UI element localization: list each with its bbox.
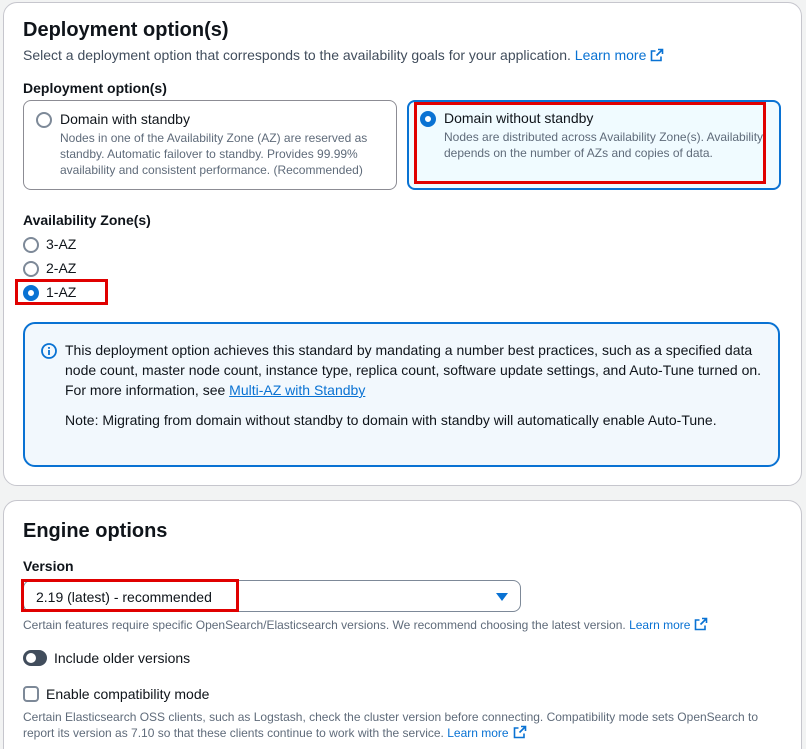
tile-title: Domain with standby <box>60 111 190 127</box>
compatibility-mode-label: Enable compatibility mode <box>46 686 210 702</box>
learn-more-link[interactable]: Learn more <box>629 617 708 632</box>
engine-options-panel: Engine options Version 2.19 (latest) - r… <box>3 500 802 749</box>
external-link-icon <box>651 48 664 62</box>
include-older-versions-toggle[interactable] <box>23 650 47 666</box>
info-alert: This deployment option achieves this sta… <box>23 322 780 467</box>
toggle-knob <box>26 653 36 663</box>
external-link-icon <box>513 725 526 739</box>
external-link-icon <box>695 617 708 631</box>
learn-more-link[interactable]: Learn more <box>575 47 665 63</box>
radio-2-az[interactable] <box>23 261 39 277</box>
az-label: Availability Zone(s) <box>23 212 151 228</box>
highlight-box <box>21 579 239 612</box>
version-hint: Certain features require specific OpenSe… <box>23 617 708 632</box>
compatibility-hint: Certain Elasticsearch OSS clients, such … <box>23 710 759 740</box>
deployment-field-label: Deployment option(s) <box>23 80 167 96</box>
deployment-description: Select a deployment option that correspo… <box>23 47 664 63</box>
engine-title: Engine options <box>23 520 168 542</box>
caret-down-icon <box>496 593 508 601</box>
deployment-options-panel: Deployment option(s) Select a deployment… <box>3 2 802 486</box>
highlight-box <box>414 102 766 184</box>
learn-more-link[interactable]: Learn more <box>447 725 526 740</box>
radio-domain-with-standby[interactable] <box>36 112 52 128</box>
option-domain-with-standby[interactable]: Domain with standby Nodes in one of the … <box>23 100 397 190</box>
az-option-label: 3-AZ <box>46 236 77 252</box>
multi-az-link[interactable]: Multi-AZ with Standby <box>229 382 365 398</box>
info-note: Note: Migrating from domain without stan… <box>65 412 717 428</box>
version-label: Version <box>23 558 74 574</box>
deployment-title: Deployment option(s) <box>23 19 229 41</box>
info-icon <box>41 343 57 359</box>
az-option-label: 2-AZ <box>46 260 77 276</box>
tile-description: Nodes in one of the Availability Zone (A… <box>60 131 368 177</box>
highlight-box <box>15 279 108 305</box>
info-text: This deployment option achieves this sta… <box>65 342 762 398</box>
compatibility-mode-checkbox[interactable] <box>23 686 39 702</box>
radio-3-az[interactable] <box>23 237 39 253</box>
include-older-versions-label: Include older versions <box>54 650 191 666</box>
